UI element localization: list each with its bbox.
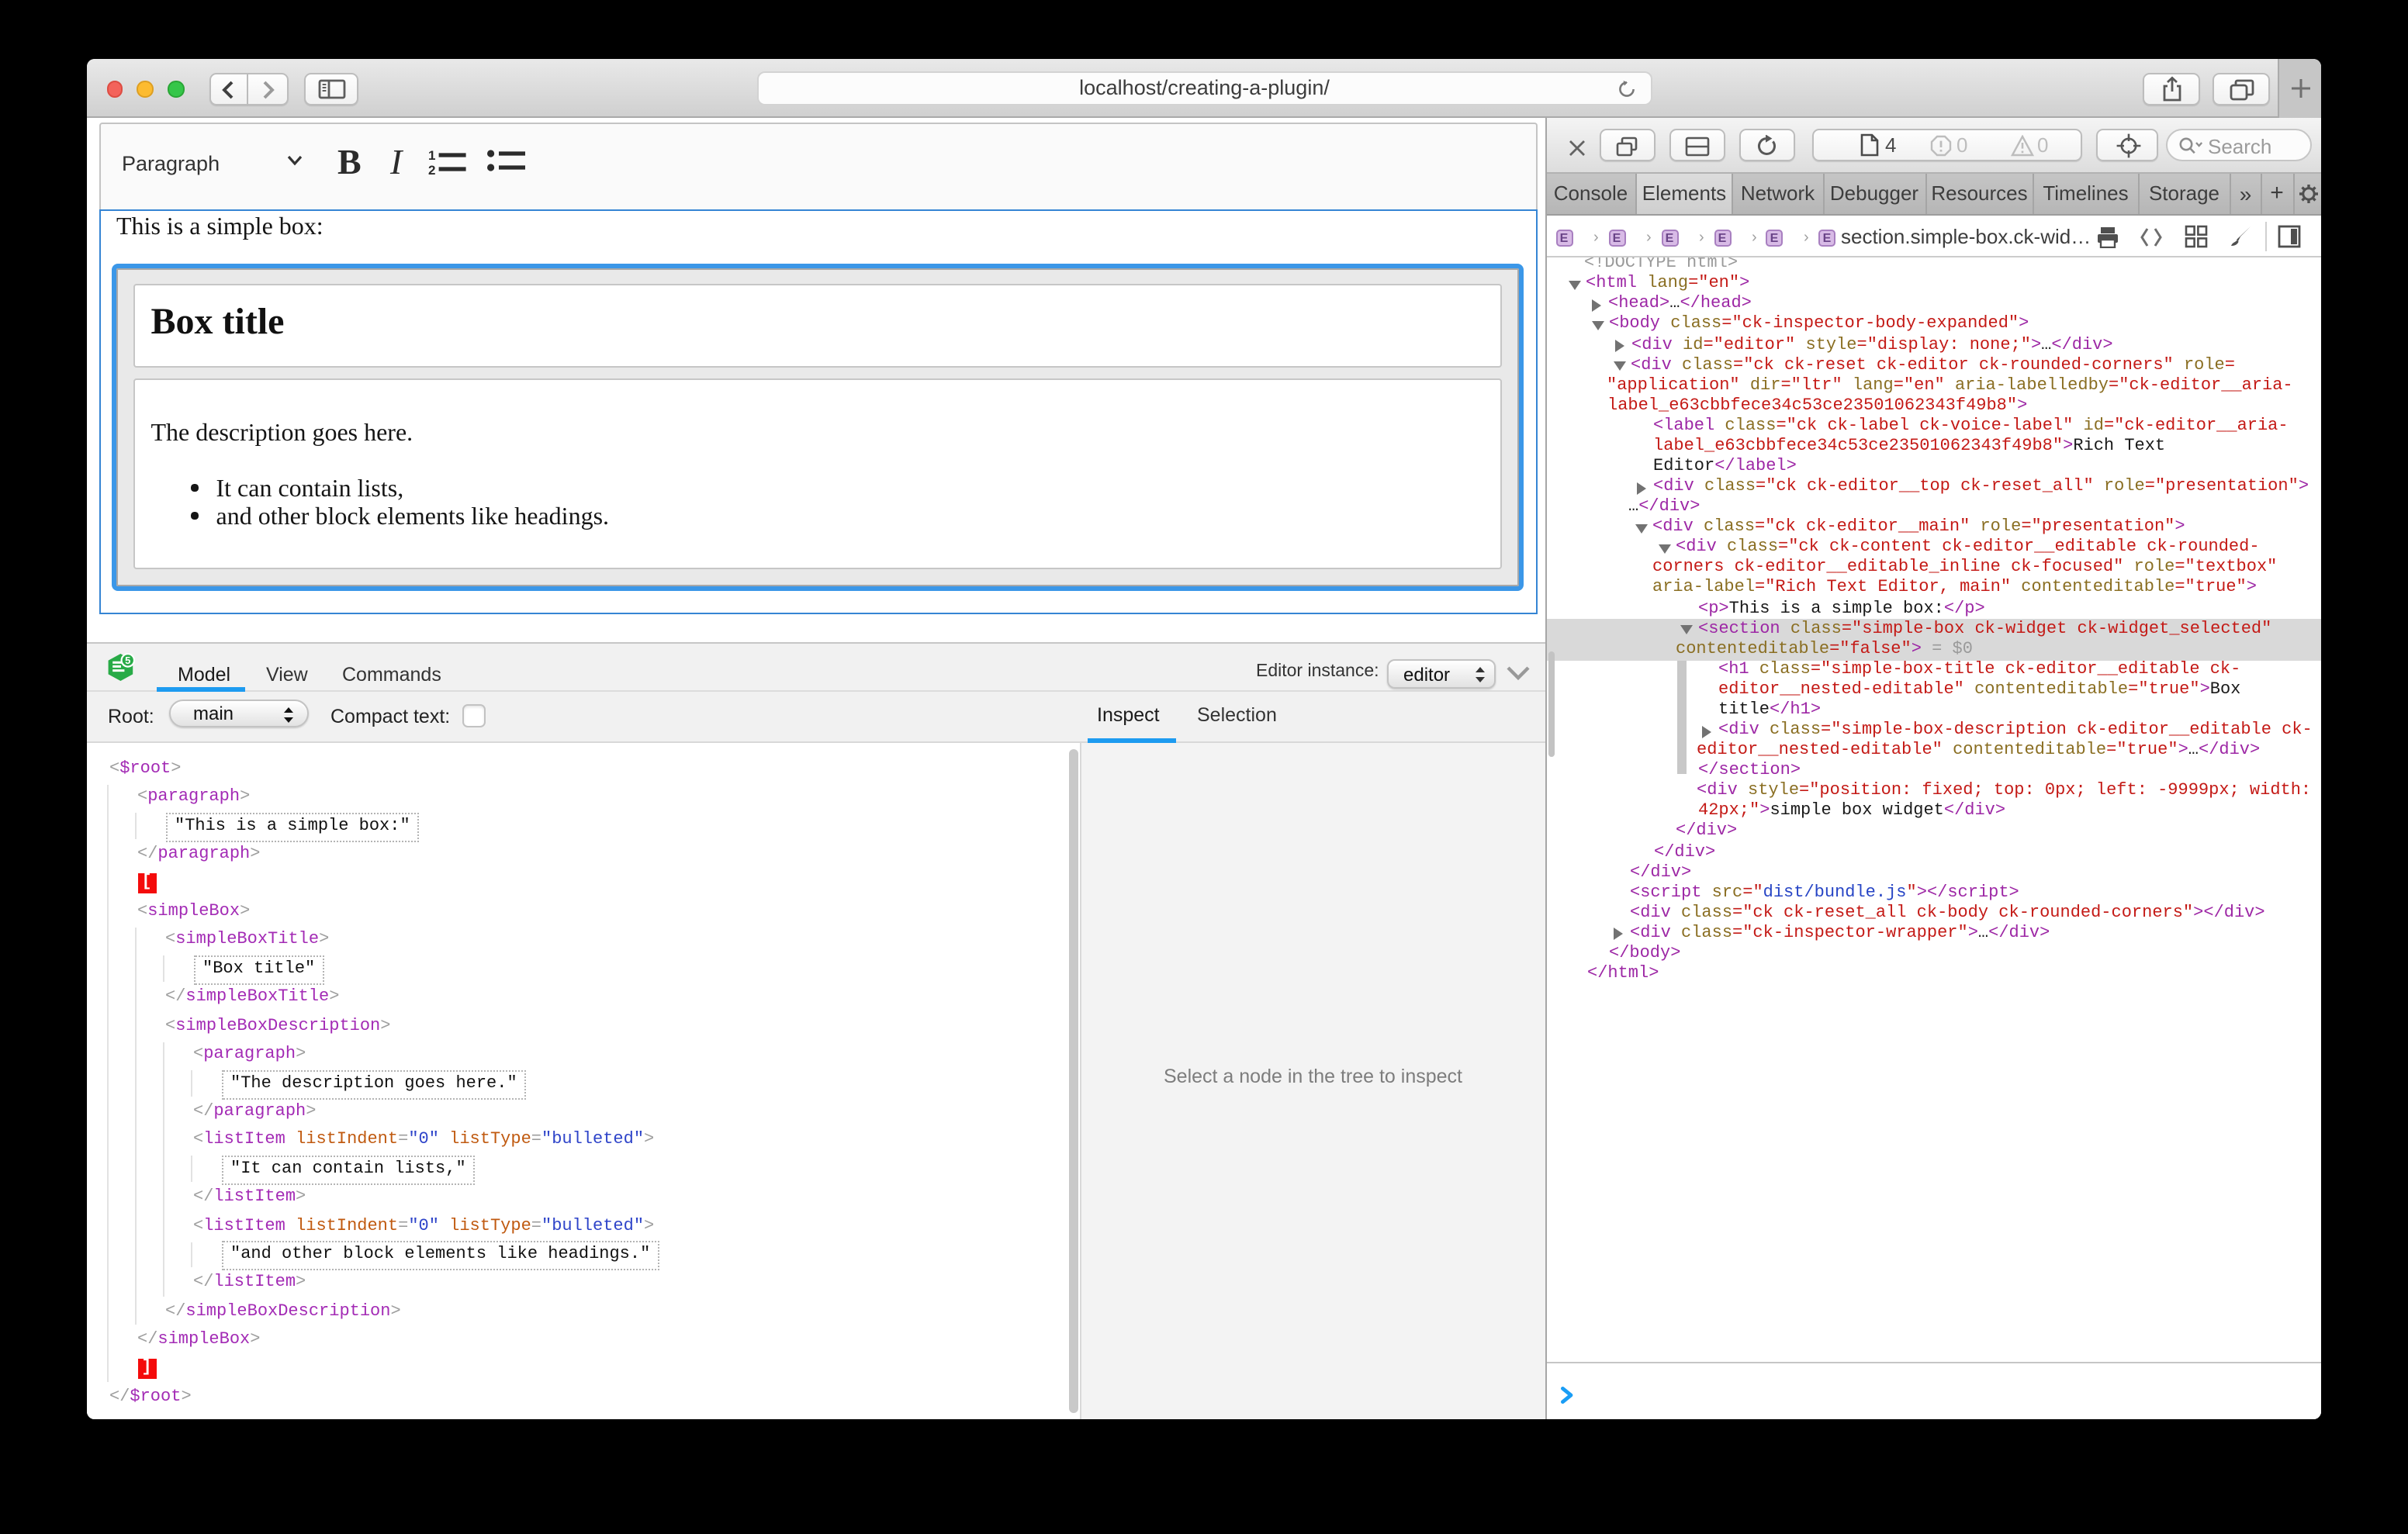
svg-text:1: 1	[428, 148, 435, 162]
svg-text:2: 2	[428, 162, 435, 174]
svg-text:5: 5	[124, 655, 130, 666]
